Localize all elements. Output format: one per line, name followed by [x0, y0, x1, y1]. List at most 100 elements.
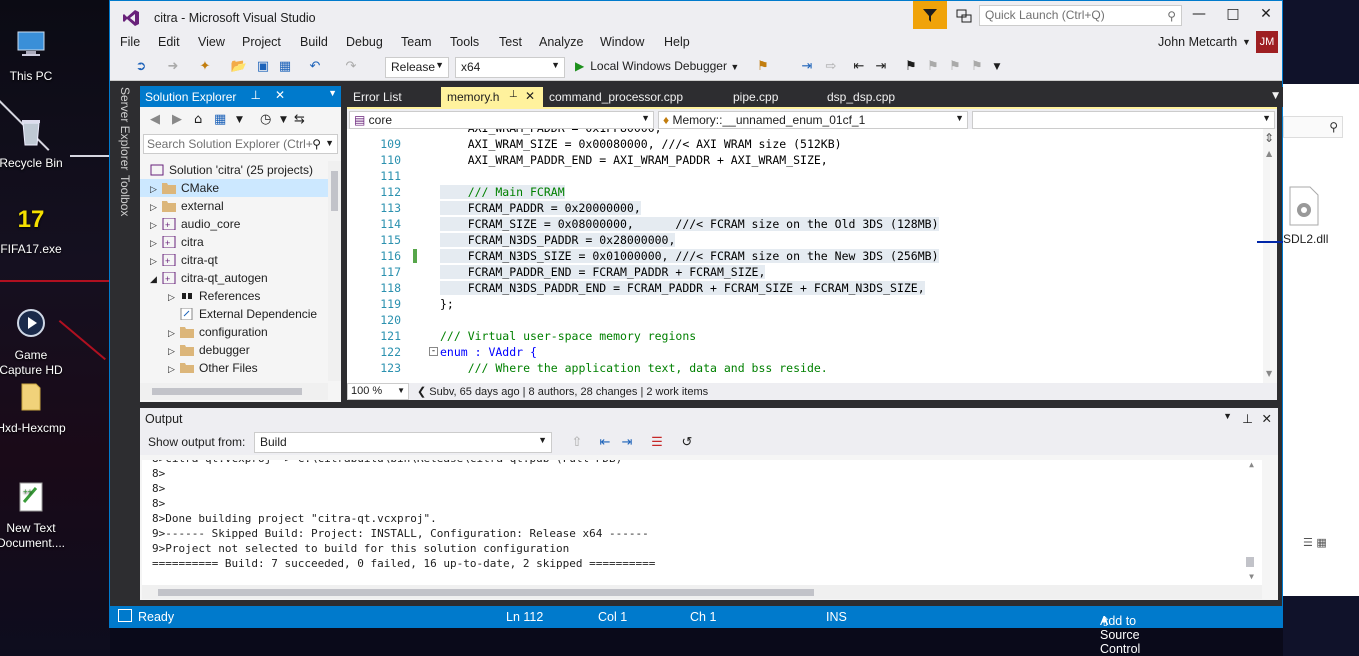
bookmark-icon[interactable]: ⚑ [902, 58, 920, 76]
expand-arrow-icon[interactable]: ▷ [150, 234, 162, 252]
expand-arrow-icon[interactable]: ▷ [168, 360, 180, 373]
clear-all-icon[interactable]: ☰ [648, 433, 666, 451]
tree-node-references[interactable]: ▷ References [168, 287, 260, 305]
desktop-icon-recycle-bin[interactable]: Recycle Bin [0, 115, 66, 171]
chevron-down-icon[interactable]: ▼ [236, 115, 243, 125]
collapse-arrow-icon[interactable]: ◢ [150, 270, 162, 288]
chevron-down-icon[interactable]: ▼ [280, 115, 287, 125]
step-over-icon[interactable]: ⇨ [822, 58, 840, 76]
indent-icon[interactable]: ⇥ [872, 58, 890, 76]
output-text[interactable]: 8>citra-qt.vcxproj -> C:\citrabuild\bin\… [142, 460, 1262, 585]
switch-views-icon[interactable]: ▦ [214, 112, 226, 127]
editor-vscroll[interactable]: ⇕ ▲ ▼ [1263, 129, 1277, 383]
tab-pipe[interactable]: pipe.cpp [727, 87, 784, 107]
solution-explorer-vscroll[interactable] [328, 161, 341, 381]
tree-node-debugger[interactable]: ▷ debugger [168, 341, 250, 359]
chevron-down-icon[interactable]: ▼ [328, 88, 337, 98]
tree-node-external[interactable]: ▷ external [150, 197, 224, 215]
menu-test[interactable]: Test [499, 35, 522, 49]
user-name[interactable]: John Metcarth [1158, 35, 1237, 49]
scroll-up-icon[interactable]: ▲ [1266, 149, 1272, 158]
explorer-search-box[interactable]: ⚲ [1283, 116, 1343, 138]
clear-bookmarks-icon[interactable]: ⚑ [968, 58, 986, 76]
pending-changes-icon[interactable]: ◷ [260, 112, 271, 127]
split-icon[interactable]: ⇕ [1264, 131, 1274, 145]
desktop-icon-hxd[interactable]: Hxd-Hexcmp [0, 380, 66, 436]
menu-tools[interactable]: Tools [450, 35, 479, 49]
solution-search-input[interactable]: Search Solution Explorer (Ctrl+ ⚲ ▼ [143, 134, 338, 154]
save-all-icon[interactable]: ▦ [276, 58, 294, 76]
scroll-thumb[interactable] [331, 171, 338, 211]
menu-edit[interactable]: Edit [158, 35, 180, 49]
go-to-location-icon[interactable]: ⇧ [568, 433, 586, 451]
outdent-icon[interactable]: ⇤ [850, 58, 868, 76]
codelens-git-info[interactable]: ❮ Subv, 65 days ago | 8 authors, 28 chan… [417, 385, 708, 398]
navigate-back-icon[interactable]: ➲ [132, 58, 150, 76]
expand-arrow-icon[interactable]: ▷ [150, 252, 162, 270]
scroll-up-icon[interactable]: ▲ [1249, 460, 1254, 469]
prev-bookmark-icon[interactable]: ⚑ [924, 58, 942, 76]
member-select[interactable]: ▼ [972, 111, 1275, 129]
back-icon[interactable]: ◀ [150, 112, 160, 127]
tree-node-configuration[interactable]: ▷ configuration [168, 323, 268, 341]
desktop-icon-fifa17[interactable]: 17 FIFA17.exe [0, 205, 66, 257]
find-in-files-icon[interactable]: ⚑ [754, 58, 772, 76]
toolbar-overflow-icon[interactable]: ▼ [988, 58, 1006, 76]
tab-memory-h[interactable]: memory.h ⊥ ✕ [441, 87, 543, 107]
project-scope-select[interactable]: ▤ core ▼ [349, 111, 654, 129]
close-icon[interactable]: ✕ [275, 88, 285, 102]
collapse-region-icon[interactable]: - [429, 347, 438, 356]
menu-build[interactable]: Build [300, 35, 328, 49]
menu-view[interactable]: View [198, 35, 225, 49]
menu-help[interactable]: Help [664, 35, 690, 49]
notifications-filter-button[interactable] [913, 1, 947, 29]
next-message-icon[interactable]: ⇥ [618, 433, 636, 451]
scroll-down-icon[interactable]: ▼ [1249, 572, 1254, 581]
close-icon[interactable]: ✕ [1262, 411, 1272, 426]
menu-project[interactable]: Project [242, 35, 281, 49]
feedback-icon[interactable] [955, 7, 973, 25]
output-window-icon[interactable] [118, 609, 132, 622]
expand-arrow-icon[interactable]: ▷ [150, 180, 162, 198]
undo-icon[interactable]: ↶ [306, 58, 324, 76]
chevron-down-icon[interactable]: ▼ [1223, 411, 1232, 421]
scroll-thumb[interactable] [152, 388, 302, 395]
menu-window[interactable]: Window [600, 35, 644, 49]
tab-server-explorer[interactable]: Server Explorer [118, 87, 132, 170]
scroll-down-icon[interactable]: ▼ [1266, 369, 1272, 378]
next-bookmark-icon[interactable]: ⚑ [946, 58, 964, 76]
menu-file[interactable]: File [120, 35, 140, 49]
maximize-button[interactable]: □ [1222, 6, 1244, 26]
tree-node-external-dependencies[interactable]: External Dependencie [180, 305, 317, 323]
word-wrap-icon[interactable]: ↺ [678, 433, 696, 451]
close-icon[interactable]: ✕ [525, 89, 535, 103]
zoom-select[interactable]: 100 % ▼ [347, 383, 409, 400]
navigate-forward-icon[interactable]: ➜ [164, 58, 182, 76]
menu-team[interactable]: Team [401, 35, 432, 49]
sync-icon[interactable]: ⇆ [294, 112, 305, 127]
desktop-icon-new-text-document[interactable]: ++ New Text Document.... [0, 465, 66, 566]
tree-node-cmake[interactable]: ▷ CMake [140, 179, 328, 197]
step-icon[interactable]: ⇥ [798, 58, 816, 76]
new-project-icon[interactable]: ✦ [196, 58, 214, 76]
save-icon[interactable]: ▣ [254, 58, 272, 76]
solution-explorer-hscroll[interactable] [140, 383, 328, 400]
desktop-icon-this-pc[interactable]: This PC [0, 28, 66, 84]
code-editor[interactable]: AXI_WRAM_PADDR = 0x1FF80000, 109 AXI_WRA… [347, 129, 1277, 383]
type-scope-select[interactable]: ♦ Memory::__unnamed_enum_01cf_1 ▼ [658, 111, 968, 129]
tab-toolbox[interactable]: Toolbox [118, 175, 132, 216]
avatar[interactable]: JM [1256, 31, 1278, 53]
expand-arrow-icon[interactable]: ▷ [168, 288, 180, 306]
pin-icon[interactable]: ⊥ [251, 88, 261, 102]
minimize-button[interactable]: — [1188, 6, 1210, 26]
previous-message-icon[interactable]: ⇤ [596, 433, 614, 451]
scroll-thumb[interactable] [1246, 557, 1254, 567]
pin-icon[interactable]: ⊥ [509, 89, 518, 100]
solution-configuration-select[interactable]: Release ▼ [385, 57, 449, 78]
pin-icon[interactable]: ⊥ [1242, 411, 1253, 426]
tree-node-citra-qt-autogen[interactable]: ◢ + citra-qt_autogen [150, 269, 268, 287]
quick-launch-input[interactable]: Quick Launch (Ctrl+Q) ⚲ [979, 5, 1182, 26]
scroll-thumb[interactable] [158, 589, 814, 596]
open-file-icon[interactable]: 📂 [230, 58, 248, 76]
close-button[interactable]: ✕ [1255, 6, 1277, 26]
